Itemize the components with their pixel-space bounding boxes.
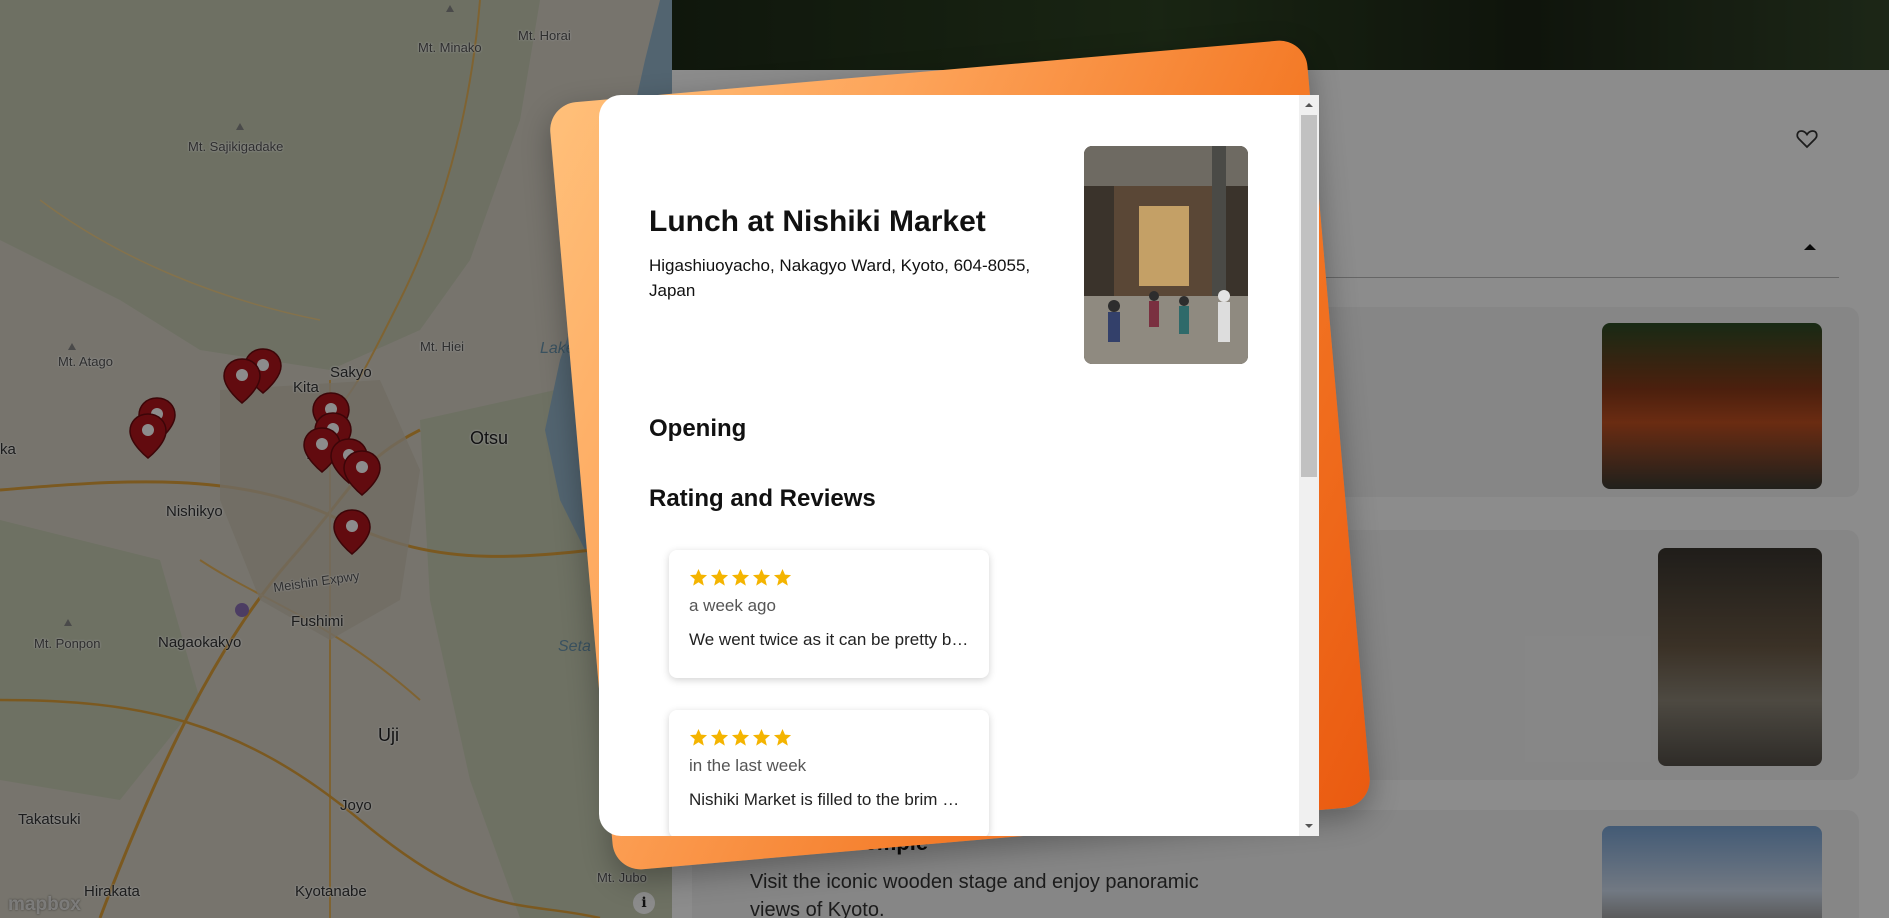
- review-time: in the last week: [689, 756, 807, 775]
- place-detail-modal: Lunch at Nishiki Market Higashiuoyacho, …: [599, 95, 1319, 836]
- scroll-up-arrow-icon[interactable]: [1303, 99, 1315, 111]
- star-icon: [710, 728, 729, 746]
- star-icon: [752, 728, 771, 746]
- star-icon: [689, 728, 708, 746]
- review-text: We went twice as it can be pretty busy…: [689, 630, 969, 649]
- star-icon: [731, 568, 750, 586]
- place-address: Higashiuoyacho, Nakagyo Ward, Kyoto, 604…: [649, 256, 1031, 300]
- star-icon: [773, 728, 792, 746]
- reviews-heading: Rating and Reviews: [649, 485, 876, 512]
- scrollbar-thumb[interactable]: [1301, 115, 1317, 477]
- place-title: Lunch at Nishiki Market: [649, 205, 986, 238]
- star-icon: [689, 568, 708, 586]
- star-icon: [752, 568, 771, 586]
- rating-stars: [689, 568, 969, 587]
- place-photo-image: [1084, 146, 1248, 364]
- scroll-down-arrow-icon[interactable]: [1303, 820, 1315, 832]
- review-text: Nishiki Market is filled to the brim wit…: [689, 790, 969, 809]
- place-photo: [1084, 146, 1248, 364]
- modal-scrollbar[interactable]: [1299, 95, 1319, 836]
- review-card[interactable]: a week ago We went twice as it can be pr…: [669, 550, 989, 678]
- modal-content[interactable]: Lunch at Nishiki Market Higashiuoyacho, …: [599, 95, 1299, 836]
- review-card[interactable]: in the last week Nishiki Market is fille…: [669, 710, 989, 836]
- star-icon: [773, 568, 792, 586]
- star-icon: [710, 568, 729, 586]
- opening-heading: Opening: [649, 415, 747, 442]
- star-icon: [731, 728, 750, 746]
- review-time: a week ago: [689, 596, 776, 615]
- rating-stars: [689, 728, 969, 747]
